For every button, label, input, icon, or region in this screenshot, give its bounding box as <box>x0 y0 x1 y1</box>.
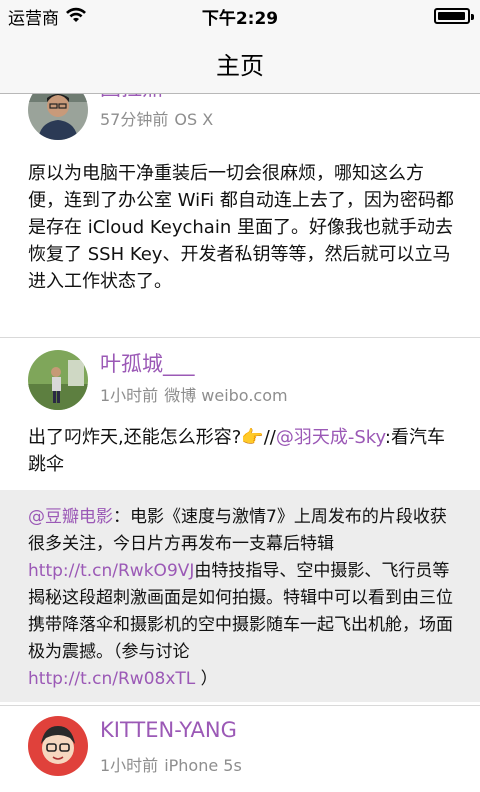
mention-link[interactable]: @羽天成-Sky <box>276 427 385 448</box>
avatar[interactable] <box>28 94 88 140</box>
battery-tip <box>471 14 474 20</box>
pointing-hand-emoji-icon: 👉 <box>241 427 264 448</box>
status-card[interactable]: 图拉鼎 57分钟前 OS X 原以为电脑干净重装后一切会很麻烦，哪知这么方便，连到… <box>0 94 480 338</box>
post-meta: 57分钟前 OS X <box>100 106 219 130</box>
post-text: 出了叼炸天,还能怎么形容?👉//@羽天成-Sky:看汽车跳伞 <box>28 424 458 478</box>
battery-icon <box>434 8 474 24</box>
post-source: iPhone 5s <box>164 756 242 775</box>
mention-link[interactable]: @豆瓣电影 <box>28 507 113 527</box>
clock: 下午2:29 <box>201 9 279 29</box>
url-link[interactable]: http://t.cn/RwkO9VJ <box>28 561 194 581</box>
page-title: 主页 <box>216 52 264 80</box>
status-card[interactable]: KITTEN-YANG 1小时前 iPhone 5s <box>0 706 480 792</box>
post-time: 1小时前 <box>100 756 159 775</box>
avatar[interactable] <box>28 716 88 776</box>
retweet-text-part: ） <box>200 669 218 689</box>
author-name[interactable]: 图拉鼎 <box>100 94 163 102</box>
status-bar: 运营商 下午2:29 <box>0 0 480 30</box>
avatar[interactable] <box>28 350 88 410</box>
post-source: OS X <box>174 110 214 129</box>
repost-separator: // <box>263 427 276 448</box>
post-time: 1小时前 <box>100 386 159 405</box>
battery-fill <box>438 12 465 20</box>
timeline-feed[interactable]: 图拉鼎 57分钟前 OS X 原以为电脑干净重装后一切会很麻烦，哪知这么方便，连到… <box>0 94 480 792</box>
status-card[interactable]: 叶孤城___ 1小时前 微博 weibo.com 出了叼炸天,还能怎么形容?👉//… <box>0 338 480 705</box>
post-source: 微博 weibo.com <box>164 386 288 405</box>
navigation-bar: 主页 <box>0 30 480 94</box>
author-name[interactable]: KITTEN-YANG <box>100 718 237 742</box>
avatar-photo <box>28 350 88 410</box>
post-meta: 1小时前 微博 weibo.com <box>100 382 294 406</box>
avatar-photo <box>28 94 88 140</box>
post-meta: 1小时前 iPhone 5s <box>100 752 248 776</box>
retweet-text: @豆瓣电影：电影《速度与激情7》上周发布的片段收获很多关注，今日片方再发布一支幕… <box>28 504 458 693</box>
author-name[interactable]: 叶孤城___ <box>100 348 195 378</box>
post-time: 57分钟前 <box>100 110 169 129</box>
post-text: 原以为电脑干净重装后一切会很麻烦，哪知这么方便，连到了办公室 WiFi 都自动连… <box>28 163 454 292</box>
url-link[interactable]: http://t.cn/Rw08xTL <box>28 669 195 689</box>
retweet-box[interactable]: @豆瓣电影：电影《速度与激情7》上周发布的片段收获很多关注，今日片方再发布一支幕… <box>0 490 480 702</box>
avatar-illustration <box>28 716 88 776</box>
post-text-part: 出了叼炸天,还能怎么形容? <box>28 427 242 448</box>
